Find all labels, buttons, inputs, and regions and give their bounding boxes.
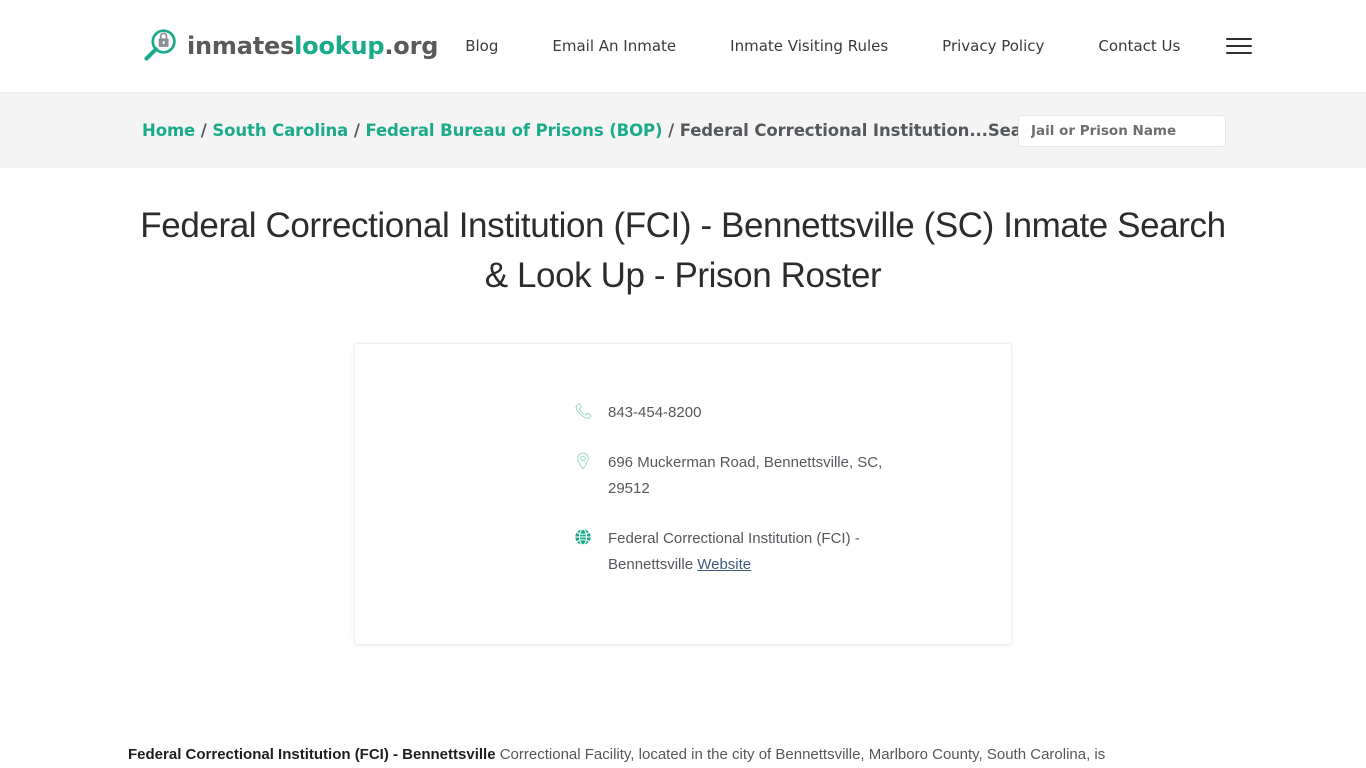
breadcrumb-item-federal-bureau-of-prisons[interactable]: Federal Bureau of Prisons (BOP)	[365, 121, 662, 140]
facility-website-row: Federal Correctional Institution (FCI) -…	[573, 526, 923, 578]
facility-card-wrap: 843-454-8200 696 Muckerman Road, Bennett…	[128, 301, 1238, 645]
hamburger-bar-2	[1226, 45, 1253, 47]
facility-description-rest: Correctional Facility, located in the ci…	[495, 746, 1106, 763]
search-input[interactable]	[1018, 114, 1226, 147]
nav-link-inmate-visiting-rules[interactable]: Inmate Visiting Rules	[703, 35, 915, 57]
breadcrumb-separator-2: /	[348, 120, 366, 140]
facility-phone[interactable]: 843-454-8200	[608, 400, 701, 426]
page-title: Federal Correctional Institution (FCI) -…	[140, 206, 1226, 295]
facility-info-card: 843-454-8200 696 Muckerman Road, Bennett…	[354, 343, 1012, 645]
breadcrumb-inner: Home / South Carolina / Federal Bureau o…	[128, 114, 1238, 147]
site-logo[interactable]: inmateslookup.org	[142, 28, 438, 64]
hamburger-bar-3	[1226, 52, 1253, 54]
facility-address-row: 696 Muckerman Road, Bennettsville, SC, 2…	[573, 450, 923, 502]
hamburger-bar-1	[1226, 38, 1253, 40]
main-navigation: Blog Email An Inmate Inmate Visiting Rul…	[438, 35, 1253, 57]
facility-description: Federal Correctional Institution (FCI) -…	[128, 645, 1238, 768]
facility-contact-list: 843-454-8200 696 Muckerman Road, Bennett…	[573, 400, 923, 578]
map-pin-icon	[573, 451, 593, 471]
nav-link-email-an-inmate[interactable]: Email An Inmate	[525, 35, 703, 57]
nav-link-blog[interactable]: Blog	[438, 35, 525, 57]
phone-icon	[573, 401, 593, 421]
facility-website: Federal Correctional Institution (FCI) -…	[608, 526, 923, 578]
facility-phone-row: 843-454-8200	[573, 400, 923, 426]
nav-link-contact-us[interactable]: Contact Us	[1071, 35, 1206, 57]
magnifier-lock-logo-icon	[142, 28, 178, 64]
breadcrumb-bar: Home / South Carolina / Federal Bureau o…	[0, 93, 1366, 168]
breadcrumb-item-south-carolina[interactable]: South Carolina	[212, 121, 348, 140]
facility-address: 696 Muckerman Road, Bennettsville, SC, 2…	[608, 454, 883, 497]
logo-text-part-1: inmates	[187, 32, 295, 60]
globe-icon	[573, 527, 593, 547]
breadcrumb: Home / South Carolina / Federal Bureau o…	[142, 119, 1018, 143]
header-inner: inmateslookup.org Blog Email An Inmate I…	[128, 28, 1253, 64]
nav-link-privacy-policy[interactable]: Privacy Policy	[915, 35, 1071, 57]
site-header: inmateslookup.org Blog Email An Inmate I…	[0, 0, 1366, 93]
site-logo-text: inmateslookup.org	[187, 32, 438, 60]
hamburger-menu-icon[interactable]	[1226, 35, 1253, 57]
breadcrumb-item-current: Federal Correctional Institution...Searc…	[679, 120, 1018, 140]
breadcrumb-separator-1: /	[195, 120, 213, 140]
breadcrumb-item-home[interactable]: Home	[142, 121, 195, 140]
facility-website-link[interactable]: Website	[697, 556, 751, 573]
breadcrumb-separator-3: /	[662, 120, 680, 140]
facility-description-lead: Federal Correctional Institution (FCI) -…	[128, 746, 496, 763]
logo-text-part-3: .org	[384, 32, 439, 60]
logo-text-part-2: lookup	[294, 32, 385, 60]
